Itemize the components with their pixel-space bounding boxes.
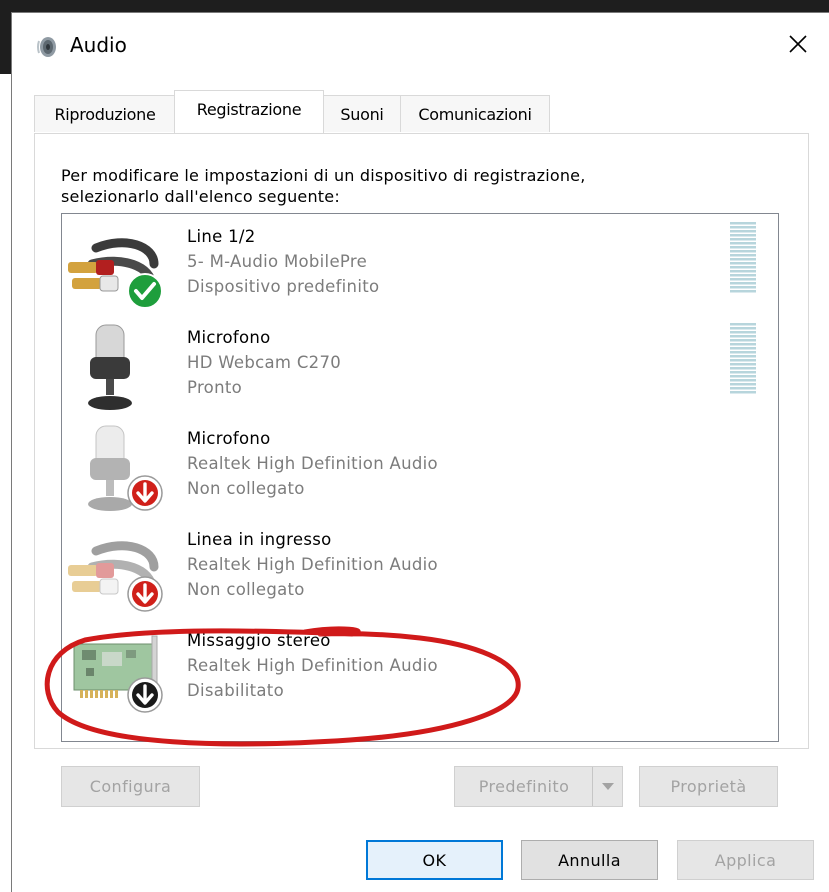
device-name: Missaggio stereo [187,631,331,650]
title-bar: Audio [12,13,829,77]
device-driver: Realtek High Definition Audio [187,454,438,473]
tab-comunicazioni[interactable]: Comunicazioni [400,95,550,132]
cancel-button[interactable]: Annulla [521,840,658,880]
device-driver: 5- M-Audio MobilePre [187,252,368,271]
apply-button[interactable]: Applica [677,840,814,880]
window-title: Audio [70,33,127,57]
device-info: Line 1/2 5- M-Audio MobilePre Dispositiv… [187,224,379,299]
unplugged-badge-icon [127,475,163,511]
speaker-icon [37,37,56,57]
tab-suoni[interactable]: Suoni [322,95,402,132]
chevron-down-icon [601,782,614,790]
device-name: Line 1/2 [187,227,256,246]
list-item-missaggio-stereo[interactable]: Missaggio stereo Realtek High Definition… [62,618,778,719]
device-name: Linea in ingresso [187,530,332,549]
device-status: Non collegato [187,479,305,498]
recording-tab-panel: Per modificare le impostazioni di un dis… [34,133,809,749]
disabled-badge-icon [127,677,163,713]
device-status: Dispositivo predefinito [187,277,380,296]
level-meter [730,323,756,394]
tab-riproduzione[interactable]: Riproduzione [34,95,176,132]
device-name: Microfono [187,328,271,347]
list-item-microfono-webcam[interactable]: Microfono HD Webcam C270 Pronto [62,315,778,416]
background-top-strip [0,0,829,12]
device-name: Microfono [187,429,271,448]
ok-button[interactable]: OK [366,840,503,880]
instructions-line-1: Per modificare le impostazioni di un dis… [61,166,586,185]
device-driver: HD Webcam C270 [187,353,342,372]
audio-dialog: Audio Riproduzione Registrazione Suoni C… [11,12,829,892]
set-default-dropdown[interactable] [592,767,622,806]
tab-registrazione[interactable]: Registrazione [174,90,324,133]
close-icon [789,35,807,53]
microphone-icon [88,324,132,410]
list-item-line-1-2[interactable]: Line 1/2 5- M-Audio MobilePre Dispositiv… [62,214,778,315]
properties-button[interactable]: Proprietà [639,766,778,807]
device-info: Microfono HD Webcam C270 Pronto [187,325,341,400]
device-info: Microfono Realtek High Definition Audio … [187,426,438,501]
instructions-text: Per modificare le impostazioni di un dis… [61,165,761,207]
configure-button[interactable]: Configura [61,766,200,807]
background-left-strip [0,0,11,74]
set-default-label: Predefinito [478,777,570,796]
device-status: Disabilitato [187,681,284,700]
device-info: Linea in ingresso Realtek High Definitio… [187,527,438,602]
device-info: Missaggio stereo Realtek High Definition… [187,628,438,703]
level-meter [730,222,756,293]
list-item-microfono-realtek[interactable]: Microfono Realtek High Definition Audio … [62,416,778,517]
set-default-button[interactable]: Predefinito [454,766,623,807]
list-item-linea-in-ingresso[interactable]: Linea in ingresso Realtek High Definitio… [62,517,778,618]
device-driver: Realtek High Definition Audio [187,656,438,675]
unplugged-badge-icon [127,576,163,612]
device-status: Pronto [187,378,242,397]
close-button[interactable] [781,27,815,61]
instructions-line-2: selezionarlo dall'elenco seguente: [61,187,340,206]
device-driver: Realtek High Definition Audio [187,555,438,574]
check-badge-icon [127,273,163,309]
recording-devices-list[interactable]: Line 1/2 5- M-Audio MobilePre Dispositiv… [61,213,779,742]
device-status: Non collegato [187,580,305,599]
